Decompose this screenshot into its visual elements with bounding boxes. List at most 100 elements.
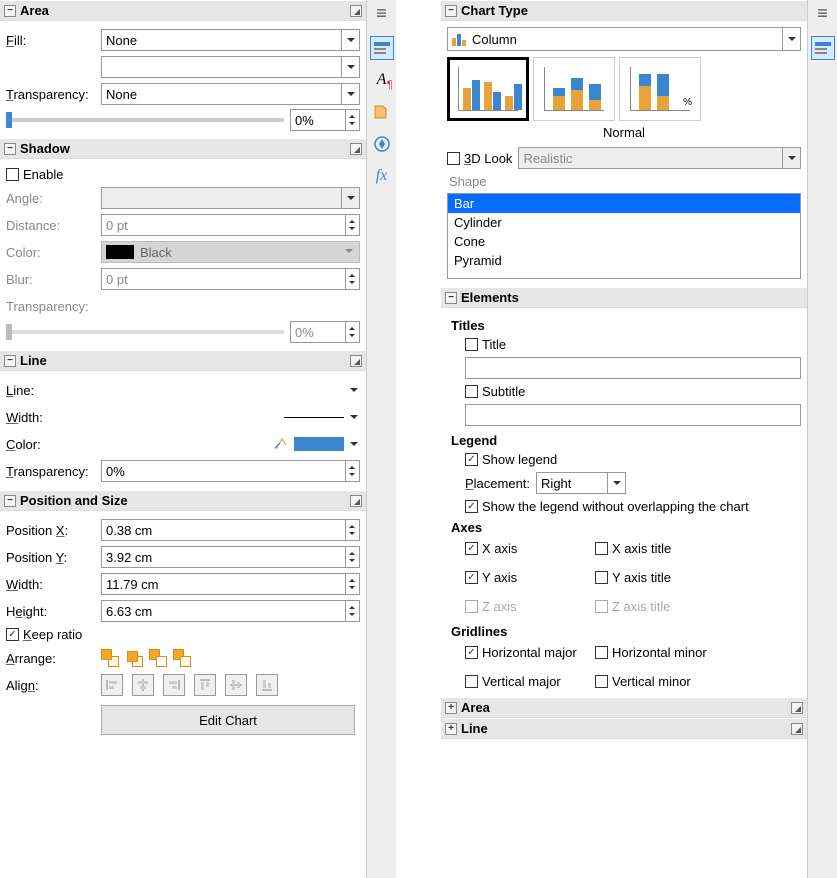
titles-heading: Titles (451, 318, 801, 333)
right-icon-rail: ≡ (807, 0, 837, 878)
bring-to-front-icon[interactable] (101, 649, 119, 667)
posy-spinner[interactable]: 3.92 cm (101, 546, 360, 568)
title-checkbox[interactable] (465, 338, 478, 351)
functions-icon[interactable]: fx (370, 164, 394, 188)
posx-spinner[interactable]: 0.38 cm (101, 519, 360, 541)
more-options-icon[interactable] (350, 495, 362, 507)
section-header-elements: − Elements (441, 287, 807, 308)
3d-look-checkbox[interactable] (447, 152, 460, 165)
collapse-icon[interactable]: − (445, 5, 457, 17)
enable-shadow-checkbox[interactable] (6, 168, 19, 181)
no-overlap-checkbox[interactable] (465, 500, 478, 513)
transparency-spinner[interactable]: 0% (290, 109, 360, 131)
arrange-label: Arrange: (6, 651, 101, 666)
height-label: Height: (6, 604, 101, 619)
fill-detail-combo[interactable] (101, 56, 360, 78)
3d-look-label: 3D Look (464, 151, 512, 166)
collapse-icon[interactable]: − (445, 292, 457, 304)
shape-item-cone[interactable]: Cone (448, 232, 800, 251)
chevron-down-icon[interactable] (348, 385, 360, 396)
gallery-icon[interactable] (370, 100, 394, 124)
subtitle-checkbox[interactable] (465, 385, 478, 398)
axes-heading: Axes (451, 520, 801, 535)
h-minor-checkbox[interactable] (595, 646, 608, 659)
width-label: Width: (6, 577, 101, 592)
shape-label: Shape (449, 174, 799, 189)
transparency-type-combo[interactable]: None (101, 83, 360, 105)
placement-label: Placement: (465, 476, 530, 491)
more-options-icon[interactable] (791, 702, 803, 714)
transparency-slider[interactable] (6, 118, 284, 122)
send-to-back-icon[interactable] (173, 649, 191, 667)
navigator-icon[interactable] (370, 132, 394, 156)
section-header-area: − Area (0, 0, 366, 21)
subtype-stacked[interactable] (533, 57, 615, 121)
more-options-icon[interactable] (350, 143, 362, 155)
v-major-checkbox[interactable] (465, 675, 478, 688)
subtitle-input[interactable] (465, 404, 801, 426)
styles-icon[interactable]: A¶ (370, 68, 394, 92)
section-title: Elements (461, 290, 519, 305)
section-header-position: − Position and Size (0, 490, 366, 511)
height-spinner[interactable]: 6.63 cm (101, 600, 360, 622)
properties-icon[interactable] (370, 36, 394, 60)
keep-ratio-checkbox[interactable] (6, 628, 19, 641)
enable-label: Enable (23, 167, 63, 182)
y-axis-checkbox[interactable] (465, 571, 478, 584)
placement-combo[interactable]: Right (536, 472, 626, 494)
gridlines-heading: Gridlines (451, 624, 801, 639)
line-color-dropdown[interactable] (101, 433, 348, 455)
distance-label: Distance: (6, 218, 101, 233)
width-spinner[interactable]: 11.79 cm (101, 573, 360, 595)
line-trans-spinner[interactable]: 0% (101, 460, 360, 482)
more-options-icon[interactable] (791, 723, 803, 735)
title-input[interactable] (465, 357, 801, 379)
subtype-label: Normal (441, 125, 807, 140)
collapse-icon[interactable]: − (4, 143, 16, 155)
section-title: Area (20, 3, 49, 18)
line-trans-label: Transparency: (6, 464, 101, 479)
shadow-trans-spinner: 0% (290, 321, 360, 343)
shape-item-bar[interactable]: Bar (448, 194, 800, 213)
more-options-icon[interactable] (350, 5, 362, 17)
expand-icon[interactable]: + (445, 702, 457, 714)
hamburger-icon[interactable]: ≡ (812, 6, 834, 28)
subtype-normal[interactable] (447, 57, 529, 121)
fill-type-combo[interactable]: None (101, 29, 360, 51)
line-width-dropdown[interactable] (101, 406, 348, 428)
shadow-trans-slider (6, 330, 284, 334)
h-major-checkbox[interactable] (465, 646, 478, 659)
legend-heading: Legend (451, 433, 801, 448)
more-options-icon[interactable] (350, 355, 362, 367)
collapse-icon[interactable]: − (4, 495, 16, 507)
line-style-dropdown[interactable] (101, 379, 348, 401)
send-backward-icon[interactable] (149, 649, 167, 667)
properties-icon[interactable] (811, 36, 835, 60)
section-title: Chart Type (461, 3, 528, 18)
align-center-h-icon (132, 674, 154, 696)
color-swatch-icon (294, 437, 344, 451)
chevron-down-icon[interactable] (348, 439, 360, 450)
expand-icon[interactable]: + (445, 723, 457, 735)
shape-item-cylinder[interactable]: Cylinder (448, 213, 800, 232)
collapse-icon[interactable]: − (4, 5, 16, 17)
collapse-icon[interactable]: − (4, 355, 16, 367)
y-axis-title-checkbox[interactable] (595, 571, 608, 584)
hamburger-icon[interactable]: ≡ (371, 6, 393, 28)
align-label: Align: (6, 678, 101, 693)
x-axis-title-checkbox[interactable] (595, 542, 608, 555)
shape-list[interactable]: Bar Cylinder Cone Pyramid (447, 193, 801, 279)
chart-type-combo[interactable]: Column (447, 27, 801, 51)
subtype-percent[interactable]: % (619, 57, 701, 121)
bring-forward-icon[interactable] (125, 649, 143, 667)
v-minor-checkbox[interactable] (595, 675, 608, 688)
section-header-chart-type: − Chart Type (441, 0, 807, 21)
angle-label: Angle: (6, 191, 101, 206)
shadow-color-label: Color: (6, 245, 101, 260)
section-header-line: − Line (0, 350, 366, 371)
chevron-down-icon[interactable] (348, 412, 360, 423)
show-legend-checkbox[interactable] (465, 453, 478, 466)
edit-chart-button[interactable]: Edit Chart (101, 705, 355, 735)
shape-item-pyramid[interactable]: Pyramid (448, 251, 800, 270)
x-axis-checkbox[interactable] (465, 542, 478, 555)
